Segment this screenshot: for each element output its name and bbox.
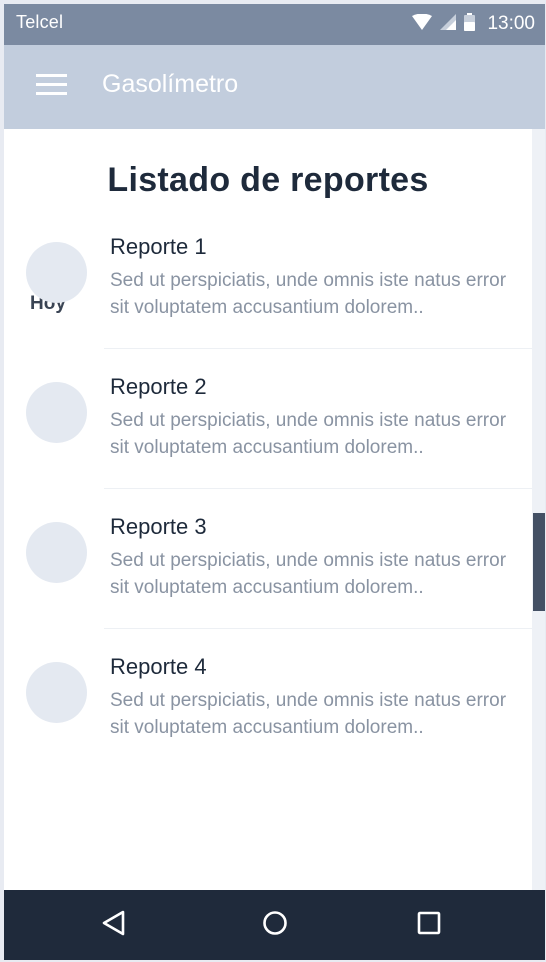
menu-button[interactable] <box>26 65 76 109</box>
navigation-bar <box>4 890 545 960</box>
signal-icon <box>440 13 457 35</box>
item-description: Sed ut perspiciatis, unde omnis iste nat… <box>110 690 507 738</box>
status-bar: Telcel 13:00 <box>4 4 545 45</box>
phone-screen: Telcel 13:00 Gasolímetro Listado de repo… <box>4 4 545 960</box>
hamburger-menu-icon <box>35 73 67 101</box>
carrier-name: Telcel <box>16 12 64 32</box>
status-icons: 13:00 <box>404 12 535 36</box>
battery-icon <box>464 12 476 36</box>
recents-icon <box>417 911 441 940</box>
home-icon <box>262 910 288 941</box>
list-item[interactable]: Reporte 4 Sed ut perspiciatis, unde omni… <box>4 549 532 738</box>
home-button[interactable] <box>250 903 300 947</box>
avatar <box>26 662 87 723</box>
item-title: Reporte 4 <box>110 654 207 679</box>
list-item[interactable]: Reporte 2 Sed ut perspiciatis, unde omni… <box>4 269 532 489</box>
app-bar: Gasolímetro <box>4 45 545 129</box>
back-button[interactable] <box>88 903 138 947</box>
item-title: Reporte 2 <box>110 374 207 399</box>
list-item[interactable]: Reporte 3 Sed ut perspiciatis, unde omni… <box>4 409 532 629</box>
item-title: Reporte 1 <box>110 234 207 259</box>
list-item[interactable]: Reporte 1 Sed ut perspiciatis, unde omni… <box>4 129 532 349</box>
wifi-icon <box>412 13 433 35</box>
scrollbar-track[interactable] <box>532 129 545 890</box>
report-list-page: Listado de reportes Hoy Reporte 1 Sed ut… <box>4 129 532 890</box>
clock: 13:00 <box>487 13 535 34</box>
item-title: Reporte 3 <box>110 514 207 539</box>
recents-button[interactable] <box>404 903 454 947</box>
back-icon <box>101 910 125 941</box>
app-title: Gasolímetro <box>102 70 239 98</box>
scrollbar-thumb[interactable] <box>533 513 545 611</box>
